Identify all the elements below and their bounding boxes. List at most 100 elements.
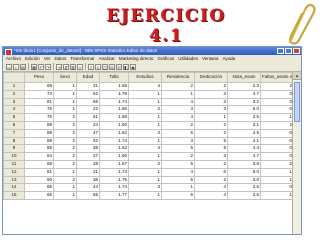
- data-cell[interactable]: 85: [24, 183, 54, 193]
- data-cell[interactable]: 88: [24, 136, 54, 146]
- menu-datos[interactable]: Datos: [55, 55, 67, 62]
- use-sets-icon[interactable]: ◉: [130, 63, 136, 70]
- data-cell[interactable]: 61: [76, 113, 100, 122]
- data-cell[interactable]: 47: [76, 128, 100, 138]
- data-cell[interactable]: 1: [53, 183, 77, 193]
- data-cell[interactable]: 1.75: [99, 175, 129, 185]
- data-cell[interactable]: 5: [194, 144, 228, 154]
- data-cell[interactable]: 4.4: [227, 144, 261, 154]
- data-cell[interactable]: 1: [128, 89, 162, 99]
- data-cell[interactable]: 4.9: [227, 128, 261, 138]
- row-number[interactable]: 6: [3, 120, 25, 130]
- column-header[interactable]: Estudios: [128, 72, 162, 83]
- data-cell[interactable]: 2: [53, 144, 77, 154]
- row-number[interactable]: 13: [3, 175, 25, 185]
- insert-cases-icon[interactable]: ≡: [88, 63, 94, 70]
- data-cell[interactable]: 4: [161, 113, 195, 122]
- data-cell[interactable]: 52: [76, 136, 100, 146]
- data-cell[interactable]: 1: [128, 113, 162, 122]
- data-cell[interactable]: 1: [128, 167, 162, 177]
- data-cell[interactable]: 3: [128, 128, 162, 138]
- data-cell[interactable]: 2.5: [227, 191, 261, 200]
- weight-cases-icon[interactable]: ⚖: [109, 63, 115, 70]
- data-cell[interactable]: 1.66: [99, 105, 129, 115]
- data-cell[interactable]: 24: [76, 120, 100, 130]
- minimize-button[interactable]: [277, 48, 284, 54]
- row-number[interactable]: 8: [3, 136, 25, 146]
- close-button[interactable]: [293, 48, 300, 54]
- menu-analizar[interactable]: Analizar: [99, 55, 115, 62]
- menu-archivo[interactable]: Archivo: [6, 55, 21, 62]
- data-cell[interactable]: 27: [76, 152, 100, 161]
- row-number[interactable]: 10: [3, 152, 25, 161]
- row-number[interactable]: 15: [3, 191, 25, 200]
- data-cell[interactable]: 2: [128, 105, 162, 115]
- data-cell[interactable]: 5: [161, 144, 195, 154]
- data-cell[interactable]: 88: [24, 120, 54, 130]
- data-cell[interactable]: 62: [76, 89, 100, 99]
- data-cell[interactable]: 0: [260, 152, 294, 161]
- data-cell[interactable]: 28: [76, 159, 100, 169]
- dialog-recall-icon[interactable]: ▦: [31, 63, 37, 70]
- undo-icon[interactable]: ↶: [38, 63, 44, 70]
- data-cell[interactable]: 4: [161, 97, 195, 107]
- print-icon[interactable]: ▤: [20, 63, 26, 70]
- data-cell[interactable]: 90: [24, 175, 54, 185]
- data-cell[interactable]: 2.5: [227, 183, 261, 193]
- data-cell[interactable]: 1: [128, 152, 162, 161]
- scroll-up-icon[interactable]: ▲: [293, 72, 301, 80]
- data-cell[interactable]: 4: [194, 183, 228, 193]
- data-cell[interactable]: 0: [260, 97, 294, 107]
- column-header[interactable]: Edad: [76, 72, 100, 83]
- data-cell[interactable]: 5.0: [227, 167, 261, 177]
- data-cell[interactable]: 3: [194, 105, 228, 115]
- data-cell[interactable]: 1: [128, 120, 162, 130]
- data-cell[interactable]: 21: [76, 167, 100, 177]
- vertical-scrollbar[interactable]: ▲: [292, 72, 301, 234]
- data-cell[interactable]: 2: [53, 113, 77, 122]
- goto-variable-icon[interactable]: ⇵: [63, 63, 69, 70]
- menu-marketing-directo[interactable]: Marketing directo: [119, 55, 154, 62]
- data-cell[interactable]: 3.1: [227, 120, 261, 130]
- data-cell[interactable]: 35: [76, 144, 100, 154]
- data-cell[interactable]: 5.0: [227, 105, 261, 115]
- data-cell[interactable]: 2: [194, 159, 228, 169]
- data-cell[interactable]: 1: [194, 113, 228, 122]
- data-cell[interactable]: 75: [24, 113, 54, 122]
- data-cell[interactable]: 68: [24, 82, 54, 91]
- data-cell[interactable]: 2: [194, 82, 228, 91]
- goto-case-icon[interactable]: ⇥: [56, 63, 62, 70]
- row-number[interactable]: 2: [3, 89, 25, 99]
- data-cell[interactable]: 2: [194, 120, 228, 130]
- data-cell[interactable]: 68: [24, 159, 54, 169]
- data-cell[interactable]: 2: [161, 152, 195, 161]
- scrollbar-thumb[interactable]: [294, 82, 300, 122]
- data-cell[interactable]: 1.60: [99, 152, 129, 161]
- column-header[interactable]: Sexo: [53, 72, 77, 83]
- data-cell[interactable]: 2: [194, 128, 228, 138]
- data-cell[interactable]: 1: [128, 136, 162, 146]
- data-cell[interactable]: 89: [24, 128, 54, 138]
- find-icon[interactable]: ⌕: [77, 63, 83, 70]
- data-cell[interactable]: 44: [76, 183, 100, 193]
- data-cell[interactable]: 1: [53, 105, 77, 115]
- column-header[interactable]: Peso: [24, 72, 54, 83]
- data-cell[interactable]: 1.68: [99, 113, 129, 122]
- data-cell[interactable]: 1: [128, 175, 162, 185]
- data-cell[interactable]: 1: [53, 89, 77, 99]
- data-cell[interactable]: 1.78: [99, 89, 129, 99]
- menu-ventana[interactable]: Ventana: [202, 55, 219, 62]
- data-cell[interactable]: 0: [260, 144, 294, 154]
- data-cell[interactable]: 1.74: [99, 136, 129, 146]
- data-cell[interactable]: 2: [53, 120, 77, 130]
- data-cell[interactable]: 85: [24, 144, 54, 154]
- column-header[interactable]: Faltas_asiste ncia: [260, 72, 294, 83]
- data-cell[interactable]: 2: [260, 159, 294, 169]
- data-cell[interactable]: 1: [260, 167, 294, 177]
- data-cell[interactable]: 2.3: [227, 82, 261, 91]
- data-cell[interactable]: 4: [128, 144, 162, 154]
- redo-icon[interactable]: ↷: [45, 63, 51, 70]
- column-header[interactable]: Talla: [99, 72, 129, 83]
- data-cell[interactable]: 2: [53, 128, 77, 138]
- data-cell[interactable]: 3: [194, 89, 228, 99]
